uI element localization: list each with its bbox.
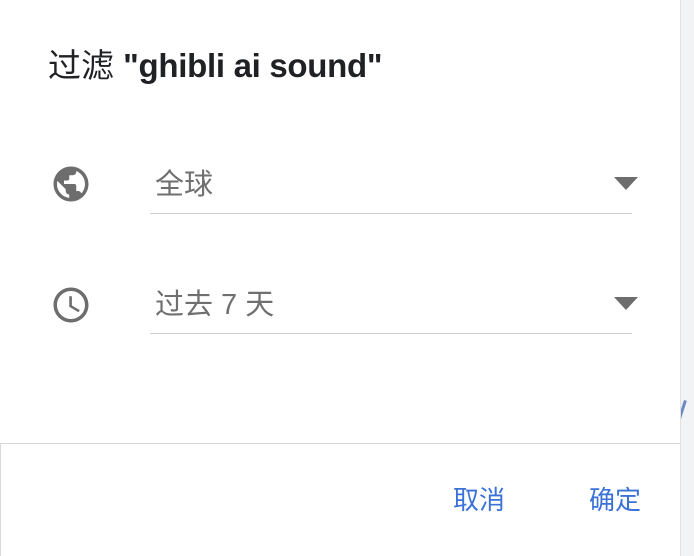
region-select-value: 全球	[155, 169, 214, 201]
dialog-title: 过滤 "ghibli ai sound"	[48, 44, 382, 88]
confirm-button[interactable]: 确定	[589, 482, 641, 518]
clock-icon	[50, 284, 92, 326]
dialog-title-prefix: 过滤	[48, 47, 114, 84]
time-range-select-value: 过去 7 天	[155, 289, 275, 321]
time-range-select[interactable]: 过去 7 天	[150, 277, 638, 334]
filter-dialog: 过滤 "ghibli ai sound" 全球 过去 7 天 取消 确定	[0, 0, 681, 556]
region-dropdown-caret-icon	[614, 177, 638, 190]
cancel-button[interactable]: 取消	[453, 482, 505, 518]
region-select[interactable]: 全球	[150, 157, 638, 214]
time-range-dropdown-caret-icon	[614, 297, 638, 310]
dialog-title-query: "ghibli ai sound"	[123, 47, 383, 84]
dialog-footer: 取消 确定	[0, 443, 680, 556]
globe-icon	[50, 163, 92, 205]
background-page-edge	[680, 0, 694, 556]
